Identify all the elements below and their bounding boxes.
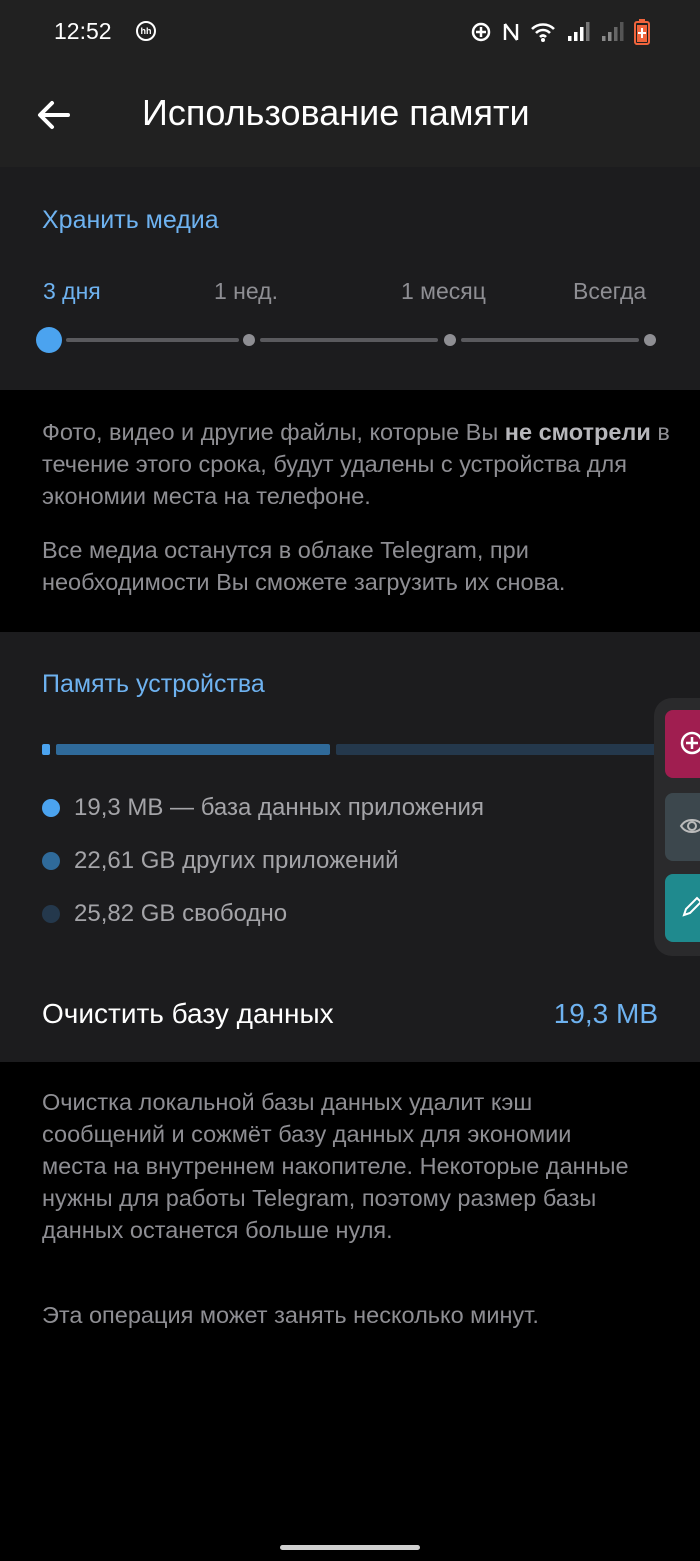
- floating-side-panel: [654, 698, 700, 956]
- slider-track-segment[interactable]: [461, 338, 639, 342]
- legend-dot: [42, 852, 60, 870]
- arrow-left-icon[interactable]: [34, 95, 74, 135]
- keep-media-header: Хранить медиа: [42, 206, 219, 234]
- keep-media-cloud-note: Все медиа останутся в облаке Telegram, п…: [42, 537, 566, 595]
- status-icons: [470, 19, 650, 45]
- legend-item-app-database: 19,3 MB — база данных приложения: [42, 793, 484, 823]
- description-bold: не смотрели: [504, 419, 651, 445]
- legend-label: 25,82 GB свободно: [74, 900, 288, 927]
- eye-icon: [679, 819, 700, 833]
- slider-track-segment[interactable]: [260, 338, 438, 342]
- sync-icon: [471, 22, 491, 42]
- home-indicator[interactable]: [280, 1545, 420, 1550]
- legend-dot: [42, 905, 60, 923]
- signal-icon: [568, 22, 590, 41]
- legend-label: 22,61 GB других приложений: [74, 847, 399, 874]
- device-storage-header: Память устройства: [42, 670, 265, 698]
- slider-track-segment[interactable]: [66, 338, 239, 342]
- battery-charging-icon: [634, 19, 650, 45]
- storage-bar-app-database: [42, 744, 50, 755]
- keep-media-description: Фото, видео и другие файлы, которые Вы н…: [42, 416, 672, 512]
- slider-option-1-month[interactable]: 1 месяц: [401, 278, 486, 305]
- nfc-icon: [503, 23, 519, 41]
- wifi-icon: [531, 23, 555, 42]
- slider-stop-always[interactable]: [644, 334, 656, 346]
- slider-stop-1-month[interactable]: [444, 334, 456, 346]
- clear-database-size: 19,3 MB: [553, 998, 658, 1029]
- legend-dot: [42, 799, 60, 817]
- legend-label: 19,3 MB — база данных приложения: [74, 794, 484, 821]
- legend-item-other-apps: 22,61 GB других приложений: [42, 846, 399, 876]
- description-part1: Фото, видео и другие файлы, которые Вы: [42, 419, 505, 445]
- clear-database-description: Очистка локальной базы данных удалит кэш…: [42, 1089, 629, 1243]
- slider-option-1-week[interactable]: 1 нед.: [214, 278, 278, 305]
- page-title: Использование памяти: [142, 92, 530, 133]
- add-icon: [680, 731, 700, 755]
- slider-option-3-days[interactable]: 3 дня: [43, 278, 101, 305]
- slider-thumb[interactable]: [36, 327, 62, 353]
- storage-bar-other-apps: [56, 744, 330, 755]
- app-bar: Использование памяти: [0, 66, 700, 167]
- side-edit-button[interactable]: [665, 874, 700, 942]
- pencil-icon: [682, 896, 700, 917]
- side-add-button[interactable]: [665, 710, 700, 778]
- slider-option-always[interactable]: Всегда: [573, 278, 646, 305]
- status-bar: 12:52 hh: [0, 0, 700, 66]
- side-eye-button[interactable]: [665, 793, 700, 861]
- signal-icon: [602, 22, 624, 41]
- clear-database-button[interactable]: Очистить базу данных: [42, 998, 334, 1030]
- slider-stop-1-week[interactable]: [243, 334, 255, 346]
- notification-hh-icon: hh: [136, 21, 156, 41]
- legend-item-free: 25,82 GB свободно: [42, 899, 287, 929]
- clear-database-note: Эта операция может занять несколько мину…: [42, 1302, 539, 1328]
- status-time: 12:52: [54, 18, 112, 44]
- storage-bar-free: [336, 744, 658, 755]
